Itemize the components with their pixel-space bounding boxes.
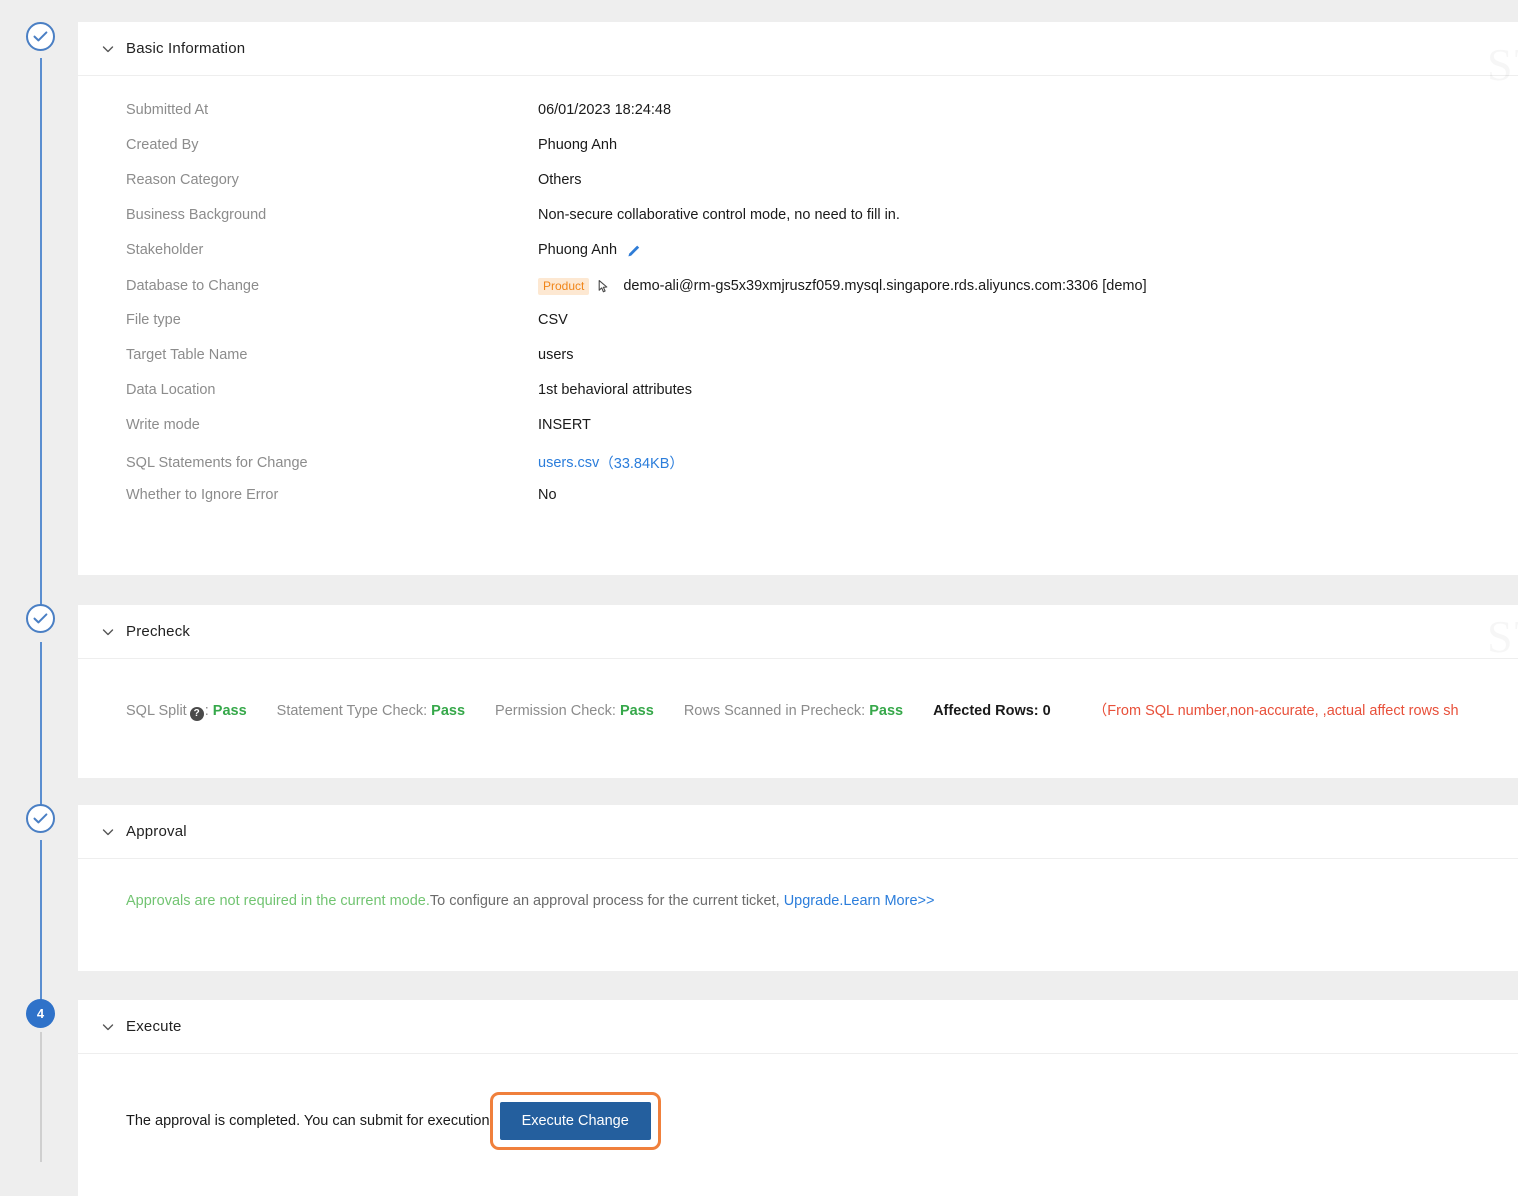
database-connection-string: demo-ali@rm-gs5x39xmjruszf059.mysql.sing… — [623, 278, 1146, 294]
attachment-file-size: （33.84KB） — [599, 452, 684, 473]
info-value-sql-statements: users.csv （33.84KB） — [538, 452, 684, 473]
chevron-down-icon[interactable] — [100, 1019, 116, 1035]
info-label: Submitted At — [78, 102, 538, 118]
affected-rows-value: 0 — [1043, 703, 1051, 719]
info-value-data-location: 1st behavioral attributes — [538, 382, 692, 398]
precheck-result: Pass — [431, 703, 465, 719]
stakeholder-name: Phuong Anh — [538, 242, 617, 258]
timeline-connector-pending — [40, 1032, 42, 1162]
panel-header-execute[interactable]: Execute — [78, 1000, 1518, 1054]
precheck-item-rows-scanned: Rows Scanned in Precheck: Pass — [684, 703, 903, 719]
info-value-ignore-error: No — [538, 487, 557, 503]
panel-body-execute: The approval is completed. You can submi… — [78, 1054, 1518, 1196]
panel-body-basic-information: Submitted At 06/01/2023 18:24:48 Created… — [78, 76, 1518, 552]
info-row: Submitted At 06/01/2023 18:24:48 — [78, 102, 1518, 137]
precheck-item-statement-type-check: Statement Type Check: Pass — [277, 703, 465, 719]
panel-title: Execute — [126, 1018, 182, 1035]
panel-title: Basic Information — [126, 40, 245, 57]
timeline-connector — [40, 642, 42, 808]
info-value-reason-category: Others — [538, 172, 582, 188]
affected-rows-label: Affected Rows: — [933, 703, 1039, 719]
info-value-write-mode: INSERT — [538, 417, 591, 433]
panel-body-approval: Approvals are not required in the curren… — [78, 859, 1518, 957]
info-row: File type CSV — [78, 312, 1518, 347]
upgrade-learn-more-link[interactable]: Upgrade.Learn More>> — [784, 893, 935, 909]
info-value-created-by: Phuong Anh — [538, 137, 617, 153]
precheck-label: Permission Check — [495, 703, 612, 719]
execute-button-highlight: Execute Change — [490, 1092, 661, 1150]
info-label: Target Table Name — [78, 347, 538, 363]
precheck-item-permission-check: Permission Check: Pass — [495, 703, 654, 719]
precheck-result: Pass — [869, 703, 903, 719]
info-value-stakeholder: Phuong Anh — [538, 242, 641, 258]
info-row: Target Table Name users — [78, 347, 1518, 382]
info-label: File type — [78, 312, 538, 328]
precheck-affected-rows: Affected Rows: 0 — [933, 703, 1051, 719]
step-timeline: 4 — [0, 0, 78, 1162]
precheck-label: SQL Split — [126, 703, 187, 719]
timeline-connector — [40, 840, 42, 1002]
execute-message: The approval is completed. You can submi… — [126, 1113, 494, 1129]
info-value-database-to-change: Product demo-ali@rm-gs5x39xmjruszf059.my… — [538, 277, 1147, 295]
attachment-file-link[interactable]: users.csv — [538, 455, 599, 471]
approval-status-message: Approvals are not required in the curren… — [126, 893, 430, 909]
info-label: Write mode — [78, 417, 538, 433]
panel-body-precheck: SQL Split?: Pass Statement Type Check: Pa… — [78, 659, 1518, 764]
info-row: SQL Statements for Change users.csv （33.… — [78, 452, 1518, 487]
info-value-submitted-at: 06/01/2023 18:24:48 — [538, 102, 671, 118]
info-row: Whether to Ignore Error No — [78, 487, 1518, 522]
info-label: Database to Change — [78, 278, 538, 294]
info-row: Database to Change Product demo-ali@rm-g… — [78, 277, 1518, 312]
info-value-business-background: Non-secure collaborative control mode, n… — [538, 207, 900, 223]
info-row: Write mode INSERT — [78, 417, 1518, 452]
panel-basic-information: Basic Information Submitted At 06/01/202… — [78, 22, 1518, 575]
panel-execute: Execute The approval is completed. You c… — [78, 1000, 1518, 1162]
timeline-connector — [40, 58, 42, 610]
panel-header-precheck[interactable]: Precheck — [78, 605, 1518, 659]
panel-title: Approval — [126, 823, 187, 840]
step-node-basic-information[interactable] — [26, 22, 55, 51]
info-row: Created By Phuong Anh — [78, 137, 1518, 172]
info-label: Reason Category — [78, 172, 538, 188]
step-node-precheck[interactable] — [26, 604, 55, 633]
panel-header-basic-information[interactable]: Basic Information — [78, 22, 1518, 76]
chevron-down-icon[interactable] — [100, 41, 116, 57]
info-label: Created By — [78, 137, 538, 153]
info-row: Data Location 1st behavioral attributes — [78, 382, 1518, 417]
panel-precheck: Precheck SQL Split?: Pass Statement Type … — [78, 605, 1518, 778]
approval-hint-message: To configure an approval process for the… — [430, 893, 780, 909]
info-row: Stakeholder Phuong Anh — [78, 242, 1518, 277]
info-row: Reason Category Others — [78, 172, 1518, 207]
cursor-pointer-icon — [595, 278, 613, 296]
chevron-down-icon[interactable] — [100, 824, 116, 840]
panel-title: Precheck — [126, 623, 190, 640]
info-label: Stakeholder — [78, 242, 538, 258]
info-label: Whether to Ignore Error — [78, 487, 538, 503]
panel-approval: Approval Approvals are not required in t… — [78, 805, 1518, 971]
info-value-target-table-name: users — [538, 347, 573, 363]
edit-pencil-icon[interactable] — [626, 244, 641, 259]
step-node-execute[interactable]: 4 — [26, 999, 55, 1028]
precheck-result: Pass — [213, 703, 247, 719]
precheck-result: Pass — [620, 703, 654, 719]
precheck-label: Rows Scanned in Precheck — [684, 703, 861, 719]
info-label: Business Background — [78, 207, 538, 223]
env-tag-product: Product — [538, 278, 589, 295]
execute-change-button[interactable]: Execute Change — [500, 1102, 651, 1140]
step-node-approval[interactable] — [26, 804, 55, 833]
chevron-down-icon[interactable] — [100, 624, 116, 640]
basic-information-list: Submitted At 06/01/2023 18:24:48 Created… — [78, 76, 1518, 552]
precheck-item-sql-split: SQL Split?: Pass — [126, 703, 247, 719]
info-value-file-type: CSV — [538, 312, 568, 328]
precheck-note: （From SQL number,non-accurate, ,actual a… — [1093, 703, 1459, 719]
info-label: Data Location — [78, 382, 538, 398]
info-label: SQL Statements for Change — [78, 455, 538, 471]
info-row: Business Background Non-secure collabora… — [78, 207, 1518, 242]
precheck-label: Statement Type Check — [277, 703, 423, 719]
panel-header-approval[interactable]: Approval — [78, 805, 1518, 859]
help-icon[interactable]: ? — [190, 707, 204, 721]
